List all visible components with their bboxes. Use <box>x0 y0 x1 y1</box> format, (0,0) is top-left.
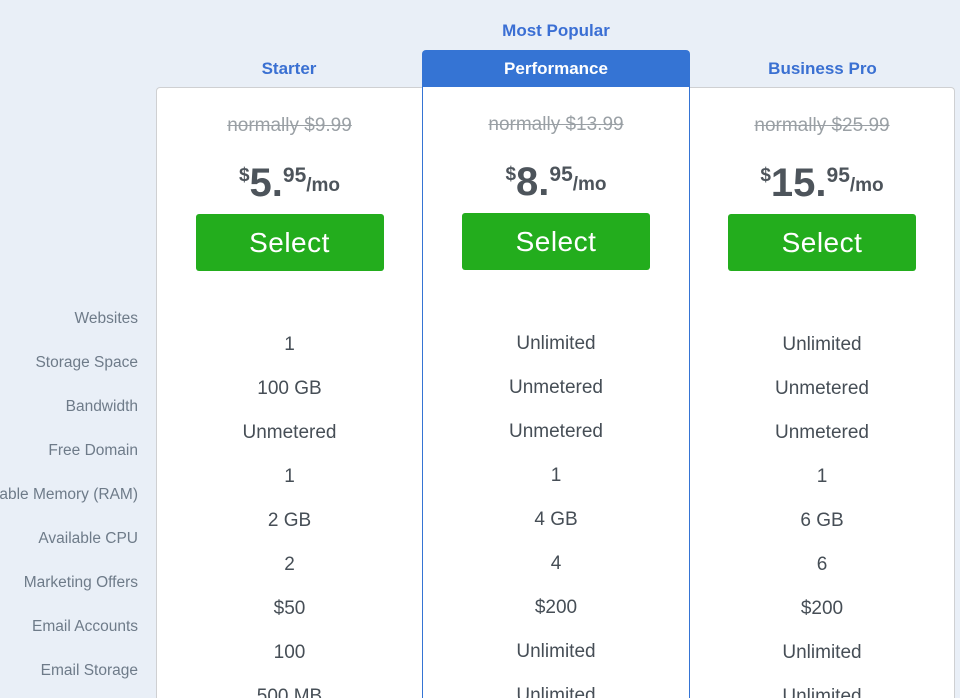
select-button-performance[interactable]: Select <box>462 213 650 270</box>
value-business-pro-email-accounts: Unlimited <box>690 631 954 675</box>
plan-column-business-pro: normally $25.99 $15.95/mo Select Unlimit… <box>690 88 954 698</box>
feature-label-free-domain: Free Domain <box>0 429 138 473</box>
value-performance-storage-space: Unmetered <box>423 366 689 410</box>
original-price-business-pro: normally $25.99 <box>690 113 954 139</box>
feature-label-available-cpu: Available CPU <box>0 517 138 561</box>
value-performance-websites: Unlimited <box>423 322 689 366</box>
value-performance-free-domain: 1 <box>423 454 689 498</box>
value-performance-email-accounts: Unlimited <box>423 630 689 674</box>
value-starter-available-memory: 2 GB <box>157 499 422 543</box>
plan-header-starter: Starter <box>156 50 422 87</box>
feature-label-email-storage: Email Storage <box>0 649 138 693</box>
plan-column-starter: normally $9.99 $5.95/mo Select 1 100 GB … <box>157 88 422 698</box>
price-cents: 95 <box>827 164 850 187</box>
value-business-pro-bandwidth: Unmetered <box>690 411 954 455</box>
feature-label-websites: Websites <box>0 297 138 341</box>
feature-label-email-accounts: Email Accounts <box>0 605 138 649</box>
currency-symbol: $ <box>760 165 771 186</box>
price-period: /mo <box>573 174 607 195</box>
value-starter-websites: 1 <box>157 323 422 367</box>
value-business-pro-free-domain: 1 <box>690 455 954 499</box>
plan-header-business-pro: Business Pro <box>690 50 955 87</box>
select-button-starter[interactable]: Select <box>196 214 384 271</box>
value-business-pro-websites: Unlimited <box>690 323 954 367</box>
price-period: /mo <box>850 175 884 196</box>
value-starter-email-storage: 500 MB <box>157 675 422 698</box>
plan-column-performance-header: normally $13.99 $8.95/mo Select <box>423 112 689 322</box>
value-business-pro-storage-space: Unmetered <box>690 367 954 411</box>
currency-symbol: $ <box>505 164 516 185</box>
pricing-page: Most Popular Starter Performance Busines… <box>0 0 960 698</box>
feature-labels-column: Websites Storage Space Bandwidth Free Do… <box>0 297 138 693</box>
original-price-performance: normally $13.99 <box>423 112 689 138</box>
value-performance-available-cpu: 4 <box>423 542 689 586</box>
value-starter-bandwidth: Unmetered <box>157 411 422 455</box>
value-business-pro-email-storage: Unlimited <box>690 675 954 698</box>
value-performance-bandwidth: Unmetered <box>423 410 689 454</box>
value-starter-email-accounts: 100 <box>157 631 422 675</box>
feature-label-available-memory: Available Memory (RAM) <box>0 473 138 517</box>
plan-column-business-pro-header: normally $25.99 $15.95/mo Select <box>690 113 954 323</box>
current-price-performance: $8.95/mo <box>423 150 689 200</box>
feature-label-bandwidth: Bandwidth <box>0 385 138 429</box>
pricing-card: normally $9.99 $5.95/mo Select 1 100 GB … <box>156 87 955 698</box>
price-cents: 95 <box>549 163 572 186</box>
value-starter-free-domain: 1 <box>157 455 422 499</box>
feature-label-storage-space: Storage Space <box>0 341 138 385</box>
value-starter-available-cpu: 2 <box>157 543 422 587</box>
price-whole: 8. <box>516 160 549 204</box>
price-whole: 15. <box>771 161 827 205</box>
most-popular-badge: Most Popular <box>422 21 690 41</box>
current-price-starter: $5.95/mo <box>157 151 422 201</box>
plan-column-starter-header: normally $9.99 $5.95/mo Select <box>157 113 422 323</box>
price-whole: 5. <box>250 161 283 205</box>
value-performance-email-storage: Unlimited <box>423 674 689 698</box>
value-performance-available-memory: 4 GB <box>423 498 689 542</box>
current-price-business-pro: $15.95/mo <box>690 151 954 201</box>
value-business-pro-available-memory: 6 GB <box>690 499 954 543</box>
feature-label-marketing-offers: Marketing Offers <box>0 561 138 605</box>
value-business-pro-available-cpu: 6 <box>690 543 954 587</box>
select-button-business-pro[interactable]: Select <box>728 214 916 271</box>
price-period: /mo <box>306 175 340 196</box>
plan-header-performance: Performance <box>422 50 690 87</box>
value-performance-marketing-offers: $200 <box>423 586 689 630</box>
value-starter-storage-space: 100 GB <box>157 367 422 411</box>
value-starter-marketing-offers: $50 <box>157 587 422 631</box>
original-price-starter: normally $9.99 <box>157 113 422 139</box>
currency-symbol: $ <box>239 165 250 186</box>
value-business-pro-marketing-offers: $200 <box>690 587 954 631</box>
price-cents: 95 <box>283 164 306 187</box>
plan-column-performance: normally $13.99 $8.95/mo Select Unlimite… <box>422 87 690 698</box>
